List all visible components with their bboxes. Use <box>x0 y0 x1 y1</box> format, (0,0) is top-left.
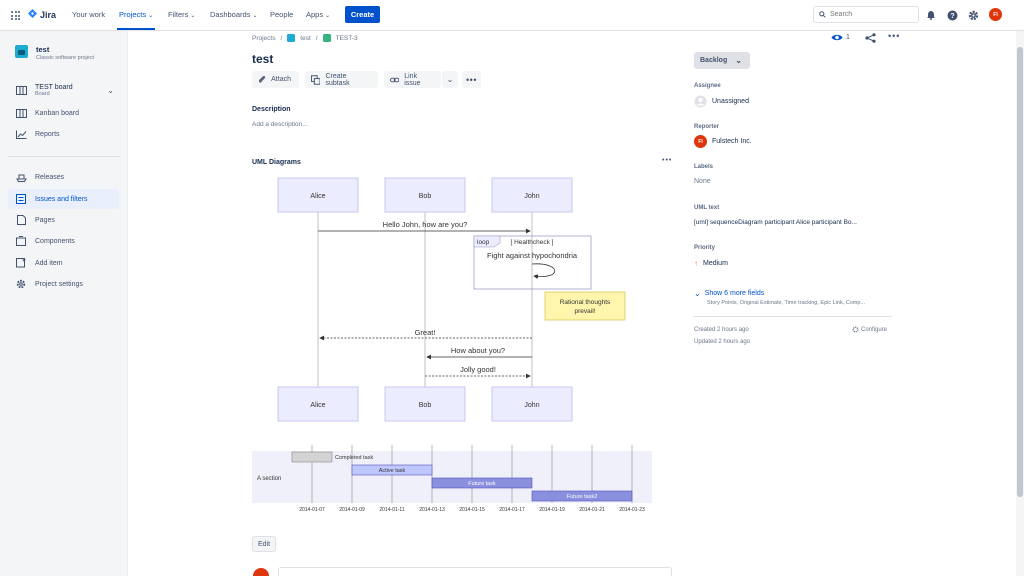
message-label: Great! <box>415 328 436 337</box>
updated-timestamp: Updated 2 hours ago <box>694 339 751 345</box>
gantt-tick-label: 2014-01-13 <box>419 507 445 513</box>
more-fields-summary: Story Points, Original Estimate, Time tr… <box>707 300 866 306</box>
uml-text-label: UML text <box>694 205 720 211</box>
gantt-tick-label: 2014-01-15 <box>459 507 485 513</box>
participant-label: John <box>524 402 539 409</box>
gantt-task-label: Future task <box>468 481 496 487</box>
gantt-task-label: Future task2 <box>567 494 598 500</box>
priority-field[interactable]: ↑ Medium <box>694 259 728 268</box>
assignee-label: Assignee <box>694 83 721 89</box>
gantt-tick-label: 2014-01-19 <box>539 507 565 513</box>
note-box <box>544 291 626 321</box>
loop-condition: [ Healthcheck ] <box>511 239 554 246</box>
self-message-arrow <box>531 263 555 279</box>
configure-link[interactable]: Configure <box>852 326 887 333</box>
show-more-fields-label: Show 6 more fields <box>704 290 765 297</box>
edit-button[interactable]: Edit <box>252 536 276 552</box>
assignee-field[interactable]: Unassigned <box>694 95 749 108</box>
scrollbar-thumb[interactable] <box>1017 47 1023 497</box>
note-line-2: prevail! <box>575 308 596 315</box>
gantt-tick-label: 2014-01-17 <box>499 507 525 513</box>
participant-label: Bob <box>419 193 432 200</box>
gantt-task-label: Active task <box>379 468 406 474</box>
status-dropdown[interactable]: Backlog ⌄ <box>694 52 750 69</box>
reporter-value: Fulstech Inc. <box>712 138 752 145</box>
comment-input[interactable] <box>278 567 672 576</box>
gantt-section-label: A section <box>257 476 281 482</box>
chevron-down-icon: ⌄ <box>694 289 701 298</box>
gantt-bar-completed <box>291 451 333 463</box>
message-label: Jolly good! <box>460 365 496 374</box>
labels-value[interactable]: None <box>694 178 711 185</box>
priority-value: Medium <box>703 260 728 267</box>
message-label: How about you? <box>451 346 505 355</box>
uml-text-value[interactable]: [uml] sequenceDiagram participant Alice … <box>694 219 857 226</box>
assignee-value: Unassigned <box>712 98 749 105</box>
reporter-avatar: FI <box>694 135 707 148</box>
sequence-diagram: Alice Bob John Hello John, how are you? … <box>252 177 652 513</box>
gantt-tick-label: 2014-01-09 <box>339 507 365 513</box>
self-message-label: Fight against hypochondria <box>487 251 578 260</box>
loop-tag: loop <box>477 239 490 246</box>
participant-label: John <box>524 193 539 200</box>
gear-icon <box>852 326 859 333</box>
reporter-label: Reporter <box>694 124 720 130</box>
gantt-tick-label: 2014-01-07 <box>299 507 325 513</box>
show-more-fields-link[interactable]: ⌄ Show 6 more fields <box>694 289 764 298</box>
message-label: Hello John, how are you? <box>383 220 468 229</box>
panel-divider <box>694 316 892 317</box>
reporter-field[interactable]: FI Fulstech Inc. <box>694 135 752 148</box>
unassigned-avatar-icon <box>694 95 707 108</box>
gantt-tick-label: 2014-01-21 <box>579 507 605 513</box>
priority-medium-icon: ↑ <box>694 259 698 268</box>
participant-label: Alice <box>310 193 325 200</box>
configure-label: Configure <box>861 326 888 333</box>
gantt-axis: 2014-01-07 2014-01-09 2014-01-11 2014-01-13… <box>299 507 645 513</box>
participant-label: Bob <box>419 402 432 409</box>
chevron-down-icon: ⌄ <box>735 56 742 65</box>
gantt-task-label: Completed task <box>335 455 373 461</box>
gantt-tick-label: 2014-01-11 <box>379 507 404 513</box>
gantt-tick-label: 2014-01-23 <box>619 507 645 513</box>
labels-label: Labels <box>694 164 714 170</box>
participant-label: Alice <box>310 402 325 409</box>
note-line-1: Rational thoughts <box>560 299 611 306</box>
priority-label: Priority <box>694 245 716 251</box>
created-timestamp: Created 2 hours ago <box>694 327 749 333</box>
status-label: Backlog <box>700 57 728 64</box>
